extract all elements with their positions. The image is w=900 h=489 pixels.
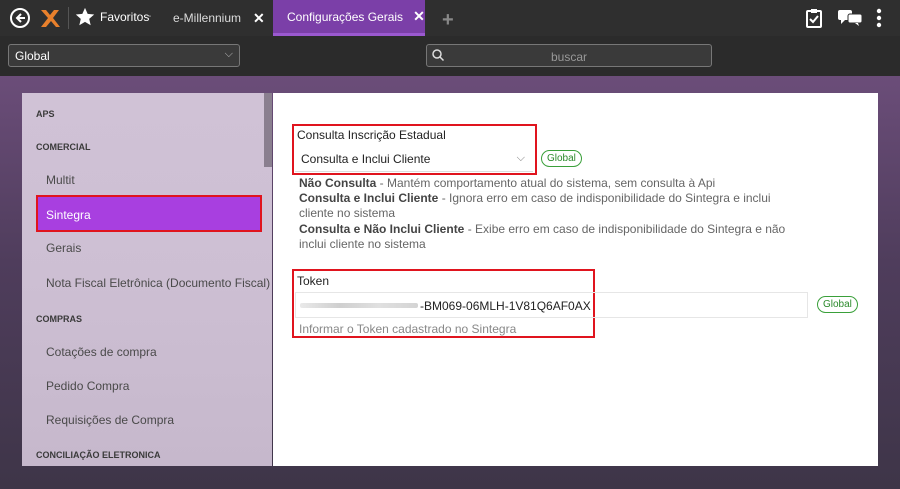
consulta-label: Consulta Inscrição Estadual xyxy=(297,128,446,142)
star-icon[interactable] xyxy=(74,6,96,28)
sidebar-section-comercial[interactable]: COMERCIAL xyxy=(36,142,91,152)
token-field[interactable]: -BM069-06MLH-1V81Q6AF0AX xyxy=(295,292,808,318)
consulta-select-value: Consulta e Inclui Cliente xyxy=(301,152,431,166)
search-placeholder: buscar xyxy=(550,50,588,64)
token-value: -BM069-06MLH-1V81Q6AF0AX xyxy=(420,299,591,313)
consulta-select[interactable]: Consulta e Inclui Cliente ⌵ xyxy=(295,146,533,172)
token-redacted-part xyxy=(300,303,418,308)
chevron-down-icon: ⌵ xyxy=(224,48,233,60)
token-hint: Informar o Token cadastrado no Sintegra xyxy=(299,322,517,336)
more-vertical-icon[interactable] xyxy=(876,8,882,28)
tab-label: e-Millennium xyxy=(173,11,242,25)
close-icon[interactable]: ✕ xyxy=(253,10,265,27)
sidebar-section-conciliacao[interactable]: CONCILIAÇÃO ELETRONICA xyxy=(36,450,161,460)
tab-configuracoes-gerais[interactable]: Configurações Gerais ✕ xyxy=(273,0,425,36)
app-logo-icon xyxy=(41,10,60,27)
sidebar-item-pedido-compra[interactable]: Pedido Compra xyxy=(46,379,129,393)
back-icon[interactable] xyxy=(10,8,30,28)
sidebar-item-sintegra[interactable]: Sintegra xyxy=(36,195,262,232)
sidebar-item-label: Sintegra xyxy=(46,208,91,222)
search-input[interactable]: buscar xyxy=(426,44,712,67)
option-title: Consulta e Inclui Cliente xyxy=(299,191,439,205)
consulta-option-desc: Não Consulta - Mantém comportamento atua… xyxy=(299,176,799,191)
favorites-label[interactable]: Favoritos xyxy=(100,10,149,24)
consulta-option-desc: Consulta e Inclui Cliente - Ignora erro … xyxy=(299,191,799,221)
option-text: - Mantém comportamento atual do sistema,… xyxy=(376,176,716,190)
sidebar-section-aps[interactable]: APS xyxy=(36,109,55,119)
option-title: Consulta e Não Inclui Cliente xyxy=(299,222,465,236)
sidebar-section-compras[interactable]: COMPRAS xyxy=(36,314,82,324)
top-bar: Favoritos - e-Millennium ✕ Configurações… xyxy=(0,0,900,36)
sidebar-scrollbar[interactable] xyxy=(264,93,272,167)
scope-badge-global: Global xyxy=(817,296,858,313)
tab-label: Configurações Gerais xyxy=(287,9,404,24)
scope-select-value: Global xyxy=(15,49,50,63)
filter-bar: Global ⌵ buscar xyxy=(0,36,900,76)
sidebar-item-requisicoes[interactable]: Requisições de Compra xyxy=(46,413,174,427)
option-title: Não Consulta xyxy=(299,176,377,190)
new-tab-button[interactable]: + xyxy=(442,9,454,32)
scope-badge-global: Global xyxy=(541,150,582,167)
consulta-option-desc: Consulta e Não Inclui Cliente - Exibe er… xyxy=(299,222,799,252)
close-icon[interactable]: ✕ xyxy=(413,8,425,25)
sidebar-item-multit[interactable]: Multit xyxy=(46,173,75,187)
clipboard-check-icon[interactable] xyxy=(805,8,823,28)
chat-icon[interactable] xyxy=(838,10,862,26)
favorites-caret[interactable]: - xyxy=(148,11,151,22)
chevron-down-icon: ⌵ xyxy=(516,152,525,164)
settings-panel: Consulta Inscrição Estadual Consulta e I… xyxy=(273,93,878,466)
token-label: Token xyxy=(297,274,330,288)
sidebar-item-cotacoes[interactable]: Cotações de compra xyxy=(46,345,157,359)
tab-e-millennium[interactable]: e-Millennium ✕ xyxy=(165,0,272,36)
settings-sidebar: APS COMERCIAL Multit Sintegra Gerais Not… xyxy=(22,93,272,466)
divider xyxy=(68,7,69,29)
sidebar-item-gerais[interactable]: Gerais xyxy=(46,241,81,255)
sidebar-item-nota-fiscal[interactable]: Nota Fiscal Eletrônica (Documento Fiscal… xyxy=(46,276,270,290)
scope-select[interactable]: Global ⌵ xyxy=(8,44,240,67)
